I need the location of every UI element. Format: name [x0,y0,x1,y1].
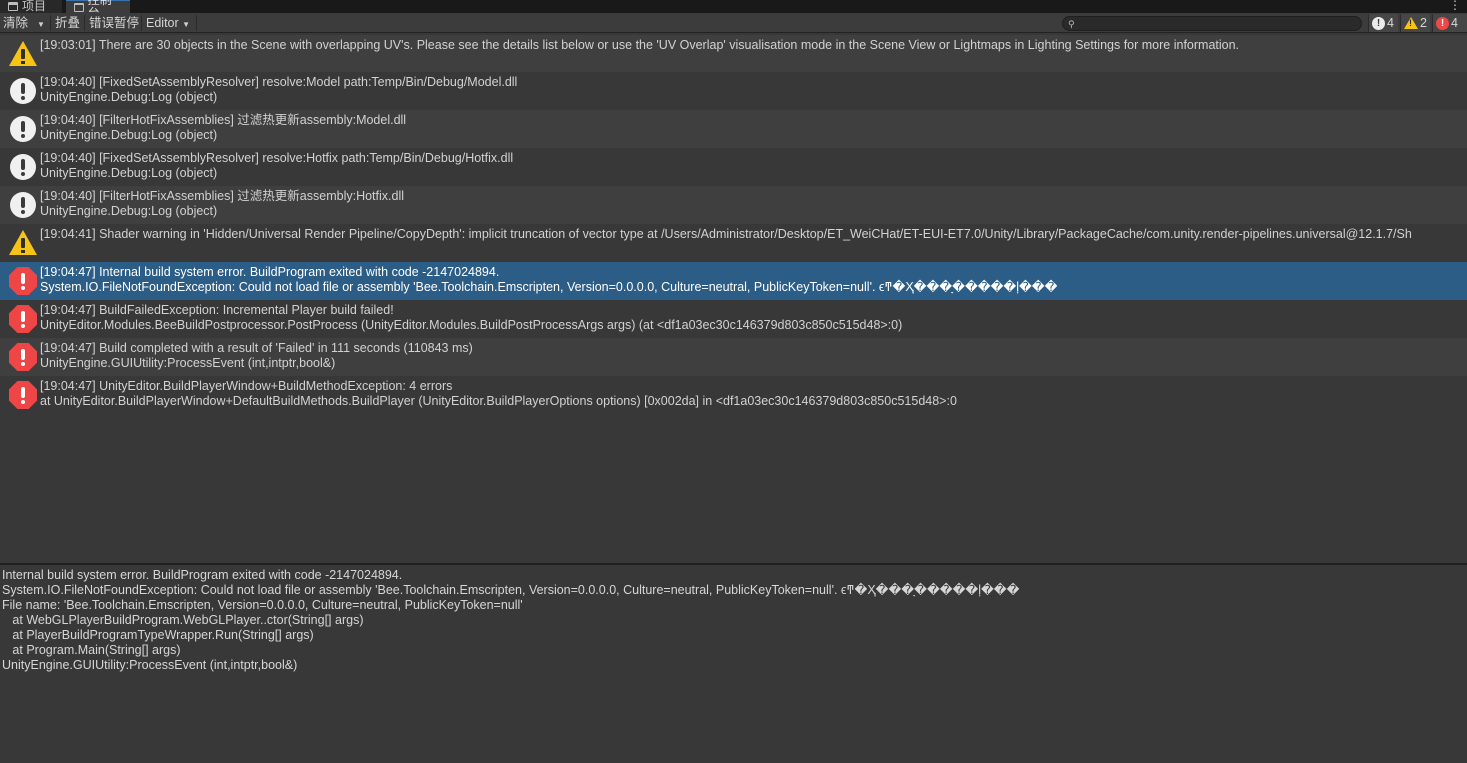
log-entry[interactable]: [19:04:41] Shader warning in 'Hidden/Uni… [0,224,1467,262]
chevron-down-icon: ▼ [37,20,45,29]
tab-bar: 项目 控制台 ⋮ [0,0,1467,13]
error-pause-label: 错误暂停 [89,16,140,30]
more-options-icon[interactable]: ⋮ [1449,0,1461,13]
info-icon [8,190,38,220]
log-entry[interactable]: [19:04:40] [FixedSetAssemblyResolver] re… [0,72,1467,110]
log-stacktrace: UnityEngine.Debug:Log (object) [40,204,218,218]
log-entry[interactable]: [19:04:47] UnityEditor.BuildPlayerWindow… [0,376,1467,414]
tab-project-label: 项目 [22,0,47,13]
tab-console-label: 控制台 [87,0,112,13]
search-input[interactable] [1079,17,1357,30]
warning-icon [8,228,38,258]
log-message: [19:04:40] [FilterHotFixAssemblies] 过滤热更… [40,189,404,203]
warning-count-toggle[interactable]: 2 [1400,14,1430,32]
search-icon: ⚲ [1068,19,1075,29]
log-entry[interactable]: [19:03:01] There are 30 objects in the S… [0,35,1467,72]
detail-line: File name: 'Bee.Toolchain.Emscripten, Ve… [2,598,523,612]
log-entry[interactable]: [19:04:40] [FilterHotFixAssemblies] 过滤热更… [0,110,1467,148]
collapse-toggle-label: 折叠 [55,16,81,30]
log-entry[interactable]: [19:04:40] [FixedSetAssemblyResolver] re… [0,148,1467,186]
log-message: [19:04:47] BuildFailedException: Increme… [40,303,394,317]
error-icon [8,304,38,334]
log-entry[interactable]: [19:04:47] BuildFailedException: Increme… [0,300,1467,338]
log-message: [19:04:47] UnityEditor.BuildPlayerWindow… [40,379,453,393]
clear-options-dropdown[interactable]: ▼ [34,14,50,32]
log-list[interactable]: [19:03:01] There are 30 objects in the S… [0,35,1467,563]
clear-button-label: 清除 [3,16,29,30]
log-stacktrace: at UnityEditor.BuildPlayerWindow+Default… [40,394,957,408]
error-count: 4 [1451,16,1458,30]
log-message: [19:03:01] There are 30 objects in the S… [40,38,1240,52]
console-icon [74,2,84,12]
detail-line: UnityEngine.GUIUtility:ProcessEvent (int… [2,658,298,672]
log-entry[interactable]: [19:04:47] Internal build system error. … [0,262,1467,300]
tab-console[interactable]: 控制台 [66,0,130,13]
folder-icon [8,2,18,11]
log-entry[interactable]: [19:04:40] [FilterHotFixAssemblies] 过滤热更… [0,186,1467,224]
detail-line: Internal build system error. BuildProgra… [2,568,403,582]
log-entry[interactable]: [19:04:47] Build completed with a result… [0,338,1467,376]
log-message: [19:04:40] [FilterHotFixAssemblies] 过滤热更… [40,113,407,127]
error-icon [8,342,38,372]
log-message: [19:04:40] [FixedSetAssemblyResolver] re… [40,75,518,89]
tab-project[interactable]: 项目 [0,0,62,13]
clear-button[interactable]: 清除 [0,14,31,32]
warning-icon [1404,17,1418,29]
error-icon [8,380,38,410]
log-stacktrace: UnityEngine.Debug:Log (object) [40,166,218,180]
log-stacktrace: UnityEditor.Modules.BeeBuildPostprocesso… [40,318,903,332]
console-toolbar: 清除 ▼ 折叠 错误暂停 Editor ▼ ⚲ ! 4 2 [0,13,1467,33]
console-window: 项目 控制台 ⋮ 清除 ▼ 折叠 错误暂停 Editor ▼ ⚲ ! 4 ! 2… [0,0,1467,763]
log-message: [19:04:40] [FixedSetAssemblyResolver] re… [40,151,514,165]
warning-icon [8,39,38,69]
editor-target-label: Editor [146,16,179,30]
error-icon [8,266,38,296]
detail-line: at PlayerBuildProgramTypeWrapper.Run(Str… [2,628,314,642]
error-icon: ! [1436,16,1449,30]
search-field[interactable]: ⚲ [1062,16,1362,31]
editor-target-dropdown[interactable]: Editor ▼ [143,14,193,32]
info-count-toggle[interactable]: ! 4 [1368,14,1398,32]
detail-line: System.IO.FileNotFoundException: Could n… [2,583,1020,597]
error-pause-toggle[interactable]: 错误暂停 [86,14,142,32]
log-stacktrace: UnityEngine.Debug:Log (object) [40,90,218,104]
detail-line: at Program.Main(String[] args) [2,643,181,657]
log-message: [19:04:47] Internal build system error. … [40,265,500,279]
log-stacktrace: System.IO.FileNotFoundException: Could n… [40,280,1058,294]
log-stacktrace: UnityEngine.GUIUtility:ProcessEvent (int… [40,356,336,370]
info-icon [8,76,38,106]
chevron-down-icon: ▼ [182,20,191,29]
info-icon: ! [1372,16,1385,30]
collapse-toggle[interactable]: 折叠 [52,14,83,32]
message-detail-panel[interactable]: Internal build system error. BuildProgra… [0,565,1467,763]
log-message: [19:04:47] Build completed with a result… [40,341,473,355]
log-stacktrace: UnityEngine.Debug:Log (object) [40,128,218,142]
warning-count: 2 [1420,16,1427,30]
detail-line: at WebGLPlayerBuildProgram.WebGLPlayer..… [2,613,364,627]
error-count-toggle[interactable]: ! 4 [1432,14,1467,32]
log-message: [19:04:41] Shader warning in 'Hidden/Uni… [40,227,1412,241]
info-icon [8,114,38,144]
info-count: 4 [1387,16,1394,30]
info-icon [8,152,38,182]
